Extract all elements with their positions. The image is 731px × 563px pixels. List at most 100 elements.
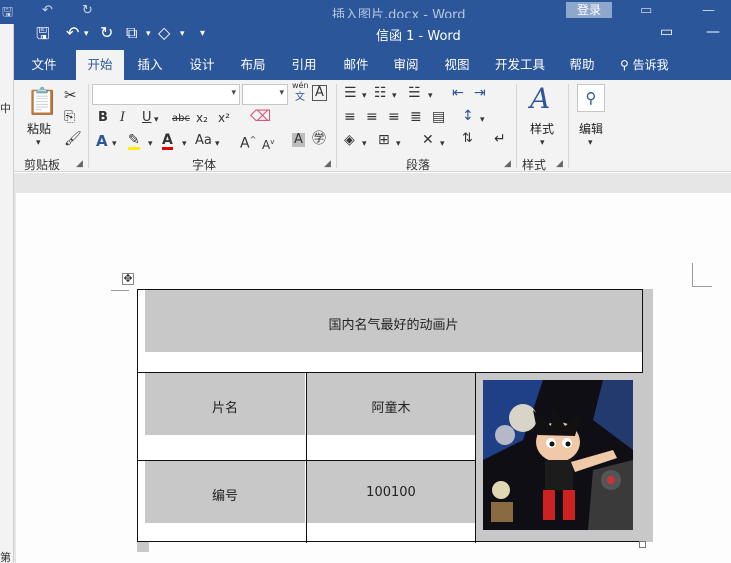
document-page[interactable]: ✥ 国内名气最好的动画片 片名 阿童木 编号 100100 — [16, 193, 731, 563]
table-side-shading — [643, 289, 653, 542]
character-shading-icon[interactable]: A — [292, 133, 305, 147]
phonetic-guide-icon[interactable]: 文 — [295, 92, 305, 104]
shape-icon[interactable]: ◇ — [158, 23, 170, 42]
distributed-icon[interactable]: ▤ — [432, 110, 445, 124]
dropdown-icon[interactable]: ▾ — [146, 29, 151, 39]
table-resize-handle[interactable] — [639, 541, 646, 548]
dropdown-icon[interactable]: ▾ — [362, 89, 367, 103]
asian-layout-icon[interactable]: ✕ — [422, 133, 434, 147]
table-row-label[interactable]: 编号 — [145, 485, 305, 504]
undo-icon[interactable]: ↶ — [66, 23, 79, 42]
undo-dropdown-icon[interactable]: ▾ — [84, 29, 89, 39]
align-right-icon[interactable]: ≡ — [388, 110, 400, 124]
multilevel-list-icon[interactable]: ☱ — [408, 86, 421, 100]
editing-button[interactable]: 编辑 — [579, 120, 603, 137]
dropdown-icon[interactable]: ▾ — [362, 137, 367, 151]
table-header-cell[interactable]: 国内名气最好的动画片 — [145, 314, 642, 333]
tab-developer[interactable]: 开发工具 — [490, 50, 550, 80]
minimize-icon[interactable]: — — [706, 24, 720, 40]
strikethrough-icon[interactable]: abc — [172, 112, 190, 126]
dropdown-icon[interactable]: ▾ — [392, 89, 397, 103]
tab-insert[interactable]: 插入 — [128, 50, 172, 80]
styles-button[interactable]: 样式 — [530, 120, 554, 137]
editing-dropdown-icon[interactable]: ▾ — [588, 136, 593, 150]
table-row-value[interactable]: 100100 — [307, 485, 475, 500]
clear-formatting-icon[interactable]: ⌫ — [250, 109, 271, 124]
justify-icon[interactable]: ≣ — [410, 110, 422, 124]
change-case-icon[interactable]: Aa — [195, 134, 212, 148]
borders-icon[interactable]: ⊞ — [378, 133, 390, 147]
chevron-down-icon: ▾ — [279, 88, 284, 98]
tab-file[interactable]: 文件 — [20, 50, 68, 80]
tab-review[interactable]: 审阅 — [384, 50, 428, 80]
highlight-icon[interactable]: ✎ — [128, 133, 140, 150]
styles-dropdown-icon[interactable]: ▾ — [540, 136, 545, 150]
show-marks-icon[interactable]: ↵ — [494, 132, 506, 146]
dialog-launcher-icon[interactable]: ◢ — [324, 159, 331, 169]
format-painter-icon[interactable]: 🖌 — [64, 132, 82, 146]
dropdown-icon[interactable]: ▾ — [112, 137, 117, 151]
shrink-font-icon[interactable]: Av — [262, 135, 274, 152]
dropdown-icon[interactable]: ▾ — [182, 137, 187, 151]
align-left-icon[interactable]: ≡ — [344, 110, 356, 124]
tab-home[interactable]: 开始 — [76, 50, 124, 80]
login-button[interactable]: 登录 — [566, 2, 612, 19]
tab-layout[interactable]: 布局 — [231, 50, 275, 80]
subscript-icon[interactable]: x₂ — [196, 111, 208, 125]
dropdown-icon[interactable]: ▾ — [428, 89, 433, 103]
dialog-launcher-icon[interactable]: ◢ — [76, 159, 83, 169]
paste-button[interactable]: 粘贴 — [27, 120, 51, 137]
align-center-icon[interactable]: ≡ — [366, 110, 378, 124]
line-spacing-icon[interactable]: ↕ — [462, 109, 474, 123]
clipboard-icon[interactable]: 📋 — [26, 88, 58, 116]
ribbon-display-icon[interactable]: ▭ — [660, 24, 673, 40]
phonetic-guide-top[interactable]: wén — [292, 81, 309, 91]
table[interactable]: 国内名气最好的动画片 片名 阿童木 编号 100100 — [137, 289, 644, 543]
table-move-handle-icon[interactable]: ✥ — [122, 273, 134, 285]
numbering-icon[interactable]: ☷ — [374, 86, 387, 100]
increase-indent-icon[interactable]: ⇥ — [474, 86, 486, 100]
tab-references[interactable]: 引用 — [282, 50, 326, 80]
customize-quick-access-icon[interactable]: ▾ — [200, 28, 205, 39]
superscript-icon[interactable]: x² — [218, 111, 230, 125]
underline-icon[interactable]: U — [142, 111, 152, 125]
paste-dropdown-icon[interactable]: ▾ — [36, 136, 41, 150]
underline-dropdown-icon[interactable]: ▾ — [154, 113, 159, 127]
dropdown-icon[interactable]: ▾ — [148, 137, 153, 151]
grow-font-icon[interactable]: A^ — [240, 133, 256, 151]
font-name-combo[interactable]: ▾ — [92, 84, 240, 105]
shading-icon[interactable]: ◈ — [344, 133, 355, 147]
dropdown-icon[interactable]: ▾ — [215, 137, 220, 151]
bullets-icon[interactable]: ☰ — [344, 86, 357, 100]
font-size-combo[interactable]: ▾ — [242, 84, 288, 105]
redo-icon[interactable]: ↻ — [100, 23, 113, 42]
tab-view[interactable]: 视图 — [435, 50, 479, 80]
tab-design[interactable]: 设计 — [180, 50, 224, 80]
save-icon[interactable]: 🖫 — [36, 23, 50, 50]
enclose-characters-icon[interactable]: ㊫ — [312, 132, 326, 146]
table-row-value[interactable]: 阿童木 — [307, 397, 475, 416]
tell-me-search[interactable]: ⚲ 告诉我 — [620, 50, 669, 80]
insert-picture-icon[interactable]: ⧉ — [126, 23, 137, 43]
cut-icon[interactable]: ✂ — [64, 88, 77, 103]
decrease-indent-icon[interactable]: ⇤ — [452, 86, 464, 100]
dropdown-icon[interactable]: ▾ — [440, 137, 445, 151]
dialog-launcher-icon[interactable]: ◢ — [556, 159, 563, 169]
italic-icon[interactable]: I — [120, 111, 125, 125]
dropdown-icon[interactable]: ▾ — [180, 29, 185, 39]
tab-help[interactable]: 帮助 — [560, 50, 604, 80]
dropdown-icon[interactable]: ▾ — [396, 137, 401, 151]
sort-icon[interactable]: ⇅ — [462, 132, 473, 146]
copy-icon[interactable]: ⎘ — [64, 110, 75, 124]
find-icon[interactable]: ⚲ — [577, 84, 605, 112]
table-row-label[interactable]: 片名 — [145, 397, 305, 416]
dropdown-icon[interactable]: ▾ — [480, 113, 485, 127]
text-effects-icon[interactable]: A — [96, 134, 108, 149]
font-color-icon[interactable]: A — [162, 133, 173, 150]
bold-icon[interactable]: B — [98, 111, 108, 125]
anime-picture[interactable] — [483, 380, 633, 530]
dialog-launcher-icon[interactable]: ◢ — [504, 159, 511, 169]
character-border-icon[interactable]: A — [312, 85, 327, 101]
styles-icon[interactable]: A — [530, 84, 550, 114]
tab-mailings[interactable]: 邮件 — [334, 50, 378, 80]
